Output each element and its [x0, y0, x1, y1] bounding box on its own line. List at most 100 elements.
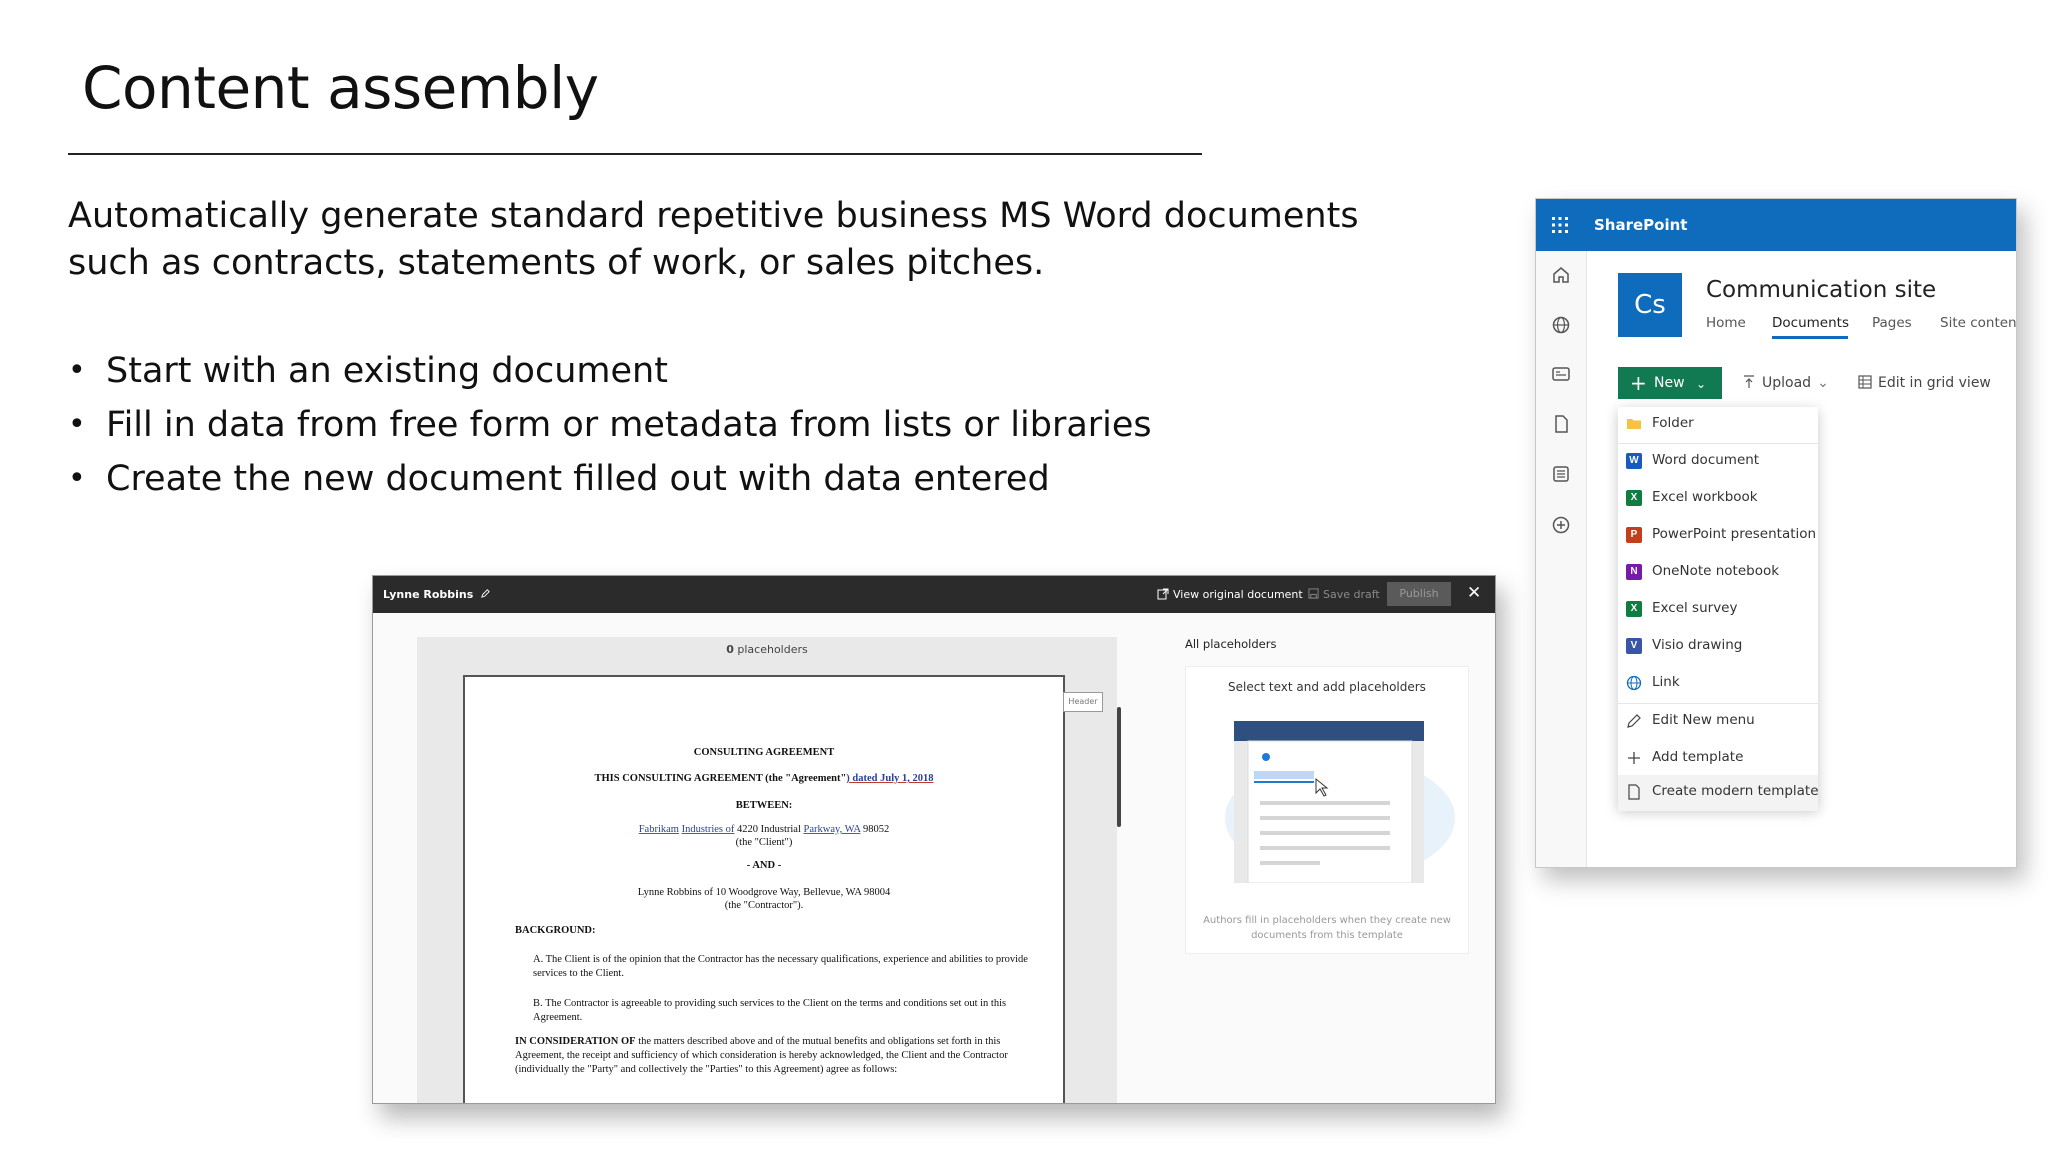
client-street: 4220 Industrial: [734, 824, 804, 835]
menu-item-label: Word document: [1652, 452, 1760, 468]
lists-icon[interactable]: [1551, 464, 1571, 484]
folder-icon: [1627, 419, 1641, 429]
menu-item-label: Edit New menu: [1652, 712, 1755, 728]
home-icon[interactable]: [1551, 265, 1571, 285]
menu-item-label: Folder: [1652, 415, 1694, 431]
grid-icon: [1858, 375, 1872, 389]
agreement-line-a: THIS CONSULTING AGREEMENT (the "Agreemen…: [594, 773, 847, 784]
menu-item-link[interactable]: Link: [1618, 666, 1818, 702]
save-draft-button[interactable]: Save draft: [1308, 588, 1380, 601]
consideration-clause: IN CONSIDERATION OF the matters describe…: [515, 1035, 1035, 1077]
header-tag[interactable]: Header: [1063, 692, 1103, 712]
background-heading: BACKGROUND:: [515, 925, 596, 936]
menu-item-onenote-notebook[interactable]: N OneNote notebook: [1618, 555, 1818, 591]
all-placeholders-heading: All placeholders: [1185, 637, 1277, 651]
title-divider: [68, 153, 1202, 155]
upload-label: Upload: [1762, 375, 1812, 391]
placeholder-card: Select text and add placeholders Authors…: [1185, 666, 1469, 954]
menu-item-label: Excel workbook: [1652, 489, 1758, 505]
upload-button[interactable]: Upload ⌄: [1742, 375, 1829, 391]
intro-line-2: such as contracts, statements of work, o…: [68, 243, 1045, 283]
placeholder-count: 0 placeholders: [417, 643, 1117, 656]
app-launcher-icon[interactable]: [1550, 215, 1570, 235]
menu-item-label: Link: [1652, 674, 1680, 690]
new-menu-dropdown: Folder W Word document X Excel workbook …: [1618, 407, 1819, 811]
background-para-b: B. The Contractor is agreeable to provid…: [533, 998, 1007, 1023]
document-pane: 0 placeholders CONSULTING AGREEMENT THIS…: [417, 637, 1121, 1103]
nav-pages[interactable]: Pages: [1872, 315, 1912, 331]
agreement-date: ) dated July 1, 2018: [846, 773, 934, 784]
nav-documents[interactable]: Documents: [1772, 315, 1849, 331]
menu-item-excel-survey[interactable]: X Excel survey: [1618, 592, 1818, 628]
menu-item-create-modern-template[interactable]: Create modern template: [1618, 775, 1819, 811]
editor-top-bar: Lynne Robbins View original document Sav…: [373, 576, 1495, 613]
publish-button[interactable]: Publish: [1387, 582, 1451, 606]
chevron-down-icon: ⌄: [1696, 377, 1707, 391]
save-icon: [1308, 588, 1319, 599]
upload-icon: [1744, 375, 1754, 388]
save-draft-label: Save draft: [1323, 588, 1380, 601]
add-icon: [1628, 752, 1640, 764]
link-globe-icon: [1626, 675, 1642, 691]
site-title[interactable]: Communication site: [1706, 277, 1936, 303]
new-button[interactable]: + New ⌄: [1618, 367, 1722, 399]
view-original-document-button[interactable]: View original document: [1157, 588, 1303, 601]
menu-item-word-document[interactable]: W Word document: [1618, 444, 1818, 480]
new-button-label: New: [1654, 375, 1685, 391]
powerpoint-icon: P: [1626, 527, 1642, 543]
excel-icon: X: [1626, 490, 1642, 506]
globe-icon[interactable]: [1551, 315, 1571, 335]
grid-view-label: Edit in grid view: [1878, 375, 1991, 391]
files-icon[interactable]: [1551, 414, 1571, 434]
sharepoint-brand[interactable]: SharePoint: [1594, 216, 1687, 234]
bullet-item: Fill in data from free form or metadata …: [68, 398, 1152, 452]
placeholder-count-label: placeholders: [737, 643, 808, 656]
site-logo[interactable]: Cs: [1618, 273, 1682, 337]
pencil-icon: [1627, 714, 1641, 728]
plus-icon: +: [1630, 371, 1647, 395]
menu-item-label: PowerPoint presentation: [1652, 526, 1817, 542]
menu-item-folder[interactable]: Folder: [1618, 407, 1818, 443]
nav-site-contents[interactable]: Site contents: [1940, 315, 2016, 331]
close-icon[interactable]: ✕: [1467, 583, 1481, 603]
agreement-line: THIS CONSULTING AGREEMENT (the "Agreemen…: [465, 773, 1063, 784]
and-separator: - AND -: [746, 860, 782, 871]
sharepoint-suite-bar: SharePoint: [1536, 199, 2016, 251]
bullet-list: Start with an existing document Fill in …: [68, 344, 1152, 506]
document-title: CONSULTING AGREEMENT: [693, 747, 835, 758]
menu-item-label: OneNote notebook: [1652, 563, 1780, 579]
menu-item-add-template[interactable]: Add template: [1618, 741, 1818, 777]
nav-home[interactable]: Home: [1706, 315, 1746, 331]
template-editor-screenshot: Lynne Robbins View original document Sav…: [372, 575, 1496, 1104]
word-icon: W: [1626, 453, 1642, 469]
app-bar: [1536, 251, 1587, 867]
menu-item-excel-workbook[interactable]: X Excel workbook: [1618, 481, 1818, 517]
user-name[interactable]: Lynne Robbins: [383, 588, 491, 601]
menu-item-visio-drawing[interactable]: V Visio drawing: [1618, 629, 1818, 665]
intro-line-1: Automatically generate standard repetiti…: [68, 196, 1359, 236]
sharepoint-screenshot: SharePoint Cs Communication site Home Do…: [1535, 198, 2017, 868]
placeholder-count-number: 0: [726, 643, 734, 656]
placeholders-panel: All placeholders Select text and add pla…: [1185, 637, 1495, 1103]
user-name-label: Lynne Robbins: [383, 588, 474, 601]
slide-title: Content assembly: [82, 54, 599, 122]
placeholder-hint: Authors fill in placeholders when they c…: [1203, 915, 1451, 941]
pencil-icon: [481, 589, 490, 598]
view-original-label: View original document: [1173, 588, 1303, 601]
menu-item-label: Excel survey: [1652, 600, 1738, 616]
open-document-icon: [1157, 588, 1169, 600]
background-para-a: A. The Client is of the opinion that the…: [533, 954, 1028, 979]
placeholder-illustration: [1225, 721, 1455, 883]
menu-item-label: Add template: [1652, 749, 1744, 765]
edit-in-grid-view-button[interactable]: Edit in grid view: [1858, 375, 1991, 391]
contractor-label: (the "Contractor").: [724, 900, 804, 911]
menu-item-edit-new-menu[interactable]: Edit New menu: [1618, 704, 1818, 740]
create-icon[interactable]: [1551, 515, 1571, 535]
chevron-down-icon: ⌄: [1817, 375, 1829, 391]
document-page[interactable]: CONSULTING AGREEMENT THIS CONSULTING AGR…: [463, 675, 1065, 1103]
scrollbar[interactable]: [1117, 707, 1121, 827]
onenote-icon: N: [1626, 564, 1642, 580]
between-heading: BETWEEN:: [735, 800, 793, 811]
menu-item-powerpoint-presentation[interactable]: P PowerPoint presentation: [1618, 518, 1818, 554]
news-icon[interactable]: [1551, 364, 1571, 384]
